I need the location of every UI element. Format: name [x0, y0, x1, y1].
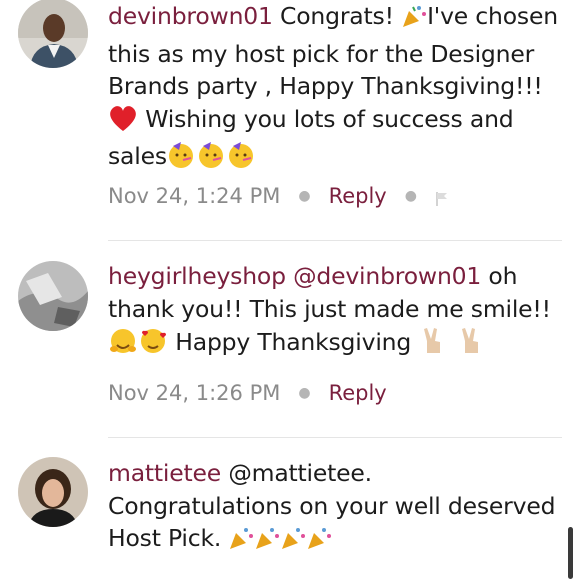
party-popper-icon: [228, 525, 254, 560]
flag-icon[interactable]: [435, 188, 449, 206]
mention-link[interactable]: @mattietee.: [228, 459, 372, 487]
red-heart-icon: [108, 104, 138, 141]
party-popper-icon: [306, 525, 332, 560]
victory-hand-icon: [418, 325, 448, 364]
username-link[interactable]: devinbrown01: [108, 2, 273, 30]
separator-dot: ●: [298, 385, 311, 401]
reply-link[interactable]: Reply: [329, 381, 387, 405]
reply-link[interactable]: Reply: [329, 184, 387, 208]
timestamp: Nov 24, 1:24 PM: [108, 184, 281, 208]
comment-text: devinbrown01 Congrats! I've chosen this …: [108, 0, 570, 178]
victory-hand-icon: [456, 325, 486, 364]
party-popper-icon: [280, 525, 306, 560]
smiling-hearts-icon: [138, 327, 168, 364]
hugging-face-icon: [108, 327, 138, 364]
avatar[interactable]: [18, 0, 88, 68]
comment-meta: Nov 24, 1:26 PM ● Reply: [108, 378, 387, 408]
partying-face-icon: [197, 141, 227, 178]
avatar[interactable]: [18, 457, 88, 527]
party-popper-icon: [401, 3, 427, 38]
username-link[interactable]: mattietee: [108, 459, 221, 487]
comment-text: mattietee @mattietee. Congratulations on…: [108, 457, 570, 560]
scrollbar[interactable]: [568, 527, 573, 579]
username-link[interactable]: heygirlheyshop: [108, 262, 286, 290]
partying-face-icon: [167, 141, 197, 178]
separator-dot: ●: [298, 188, 311, 204]
comment-text-part: Happy Thanksgiving: [175, 328, 412, 356]
comment-text-part: Congrats!: [280, 2, 394, 30]
separator-dot: ●: [404, 188, 417, 204]
comment-text: heygirlheyshop @devinbrown01 oh thank yo…: [108, 260, 570, 364]
timestamp: Nov 24, 1:26 PM: [108, 381, 281, 405]
avatar[interactable]: [18, 261, 88, 331]
party-popper-icon: [254, 525, 280, 560]
mention-link[interactable]: @devinbrown01: [293, 262, 481, 290]
comment-meta: Nov 24, 1:24 PM ● Reply ●: [108, 181, 449, 211]
comment-divider: [108, 240, 562, 241]
partying-face-icon: [227, 141, 257, 178]
comment-divider: [108, 437, 562, 438]
